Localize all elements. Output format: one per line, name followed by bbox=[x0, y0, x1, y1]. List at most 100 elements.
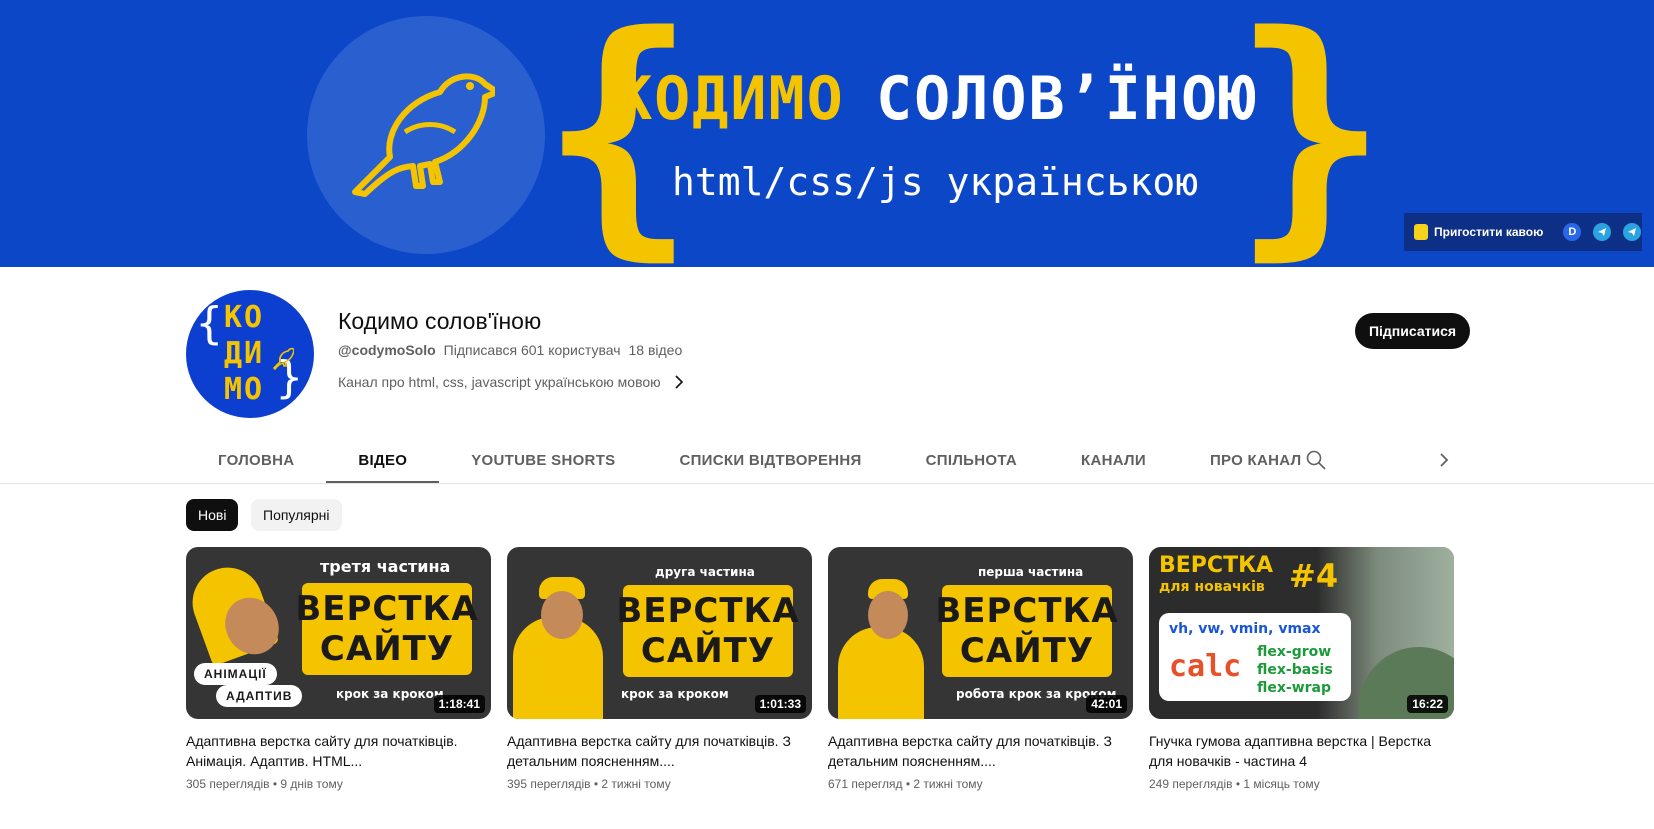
search-icon[interactable] bbox=[1304, 448, 1328, 472]
meta-separator: • bbox=[905, 777, 911, 791]
channel-handle: @codymoSolo bbox=[338, 342, 436, 358]
banner-links: Пригостити кавою D bbox=[1404, 213, 1642, 251]
thumb-line-2: САЙТУ bbox=[640, 631, 776, 671]
video-meta: 305 переглядів • 9 днів тому bbox=[186, 777, 491, 791]
view-count: 305 переглядів bbox=[186, 777, 270, 791]
thumb-line-2: САЙТУ bbox=[959, 631, 1095, 671]
view-count: 249 переглядів bbox=[1149, 777, 1233, 791]
thumb-bottom-text: крок за кроком bbox=[621, 687, 729, 701]
view-count: 671 перегляд bbox=[828, 777, 903, 791]
video-meta: 249 переглядів • 1 місяць тому bbox=[1149, 777, 1454, 791]
tab-channels[interactable]: КАНАЛИ bbox=[1049, 436, 1178, 484]
video-count: 18 відео bbox=[628, 342, 683, 358]
tabs-divider bbox=[0, 483, 1654, 484]
channel-tabs: ГОЛОВНА ВІДЕО YOUTUBE SHORTS СПИСКИ ВІДТ… bbox=[186, 436, 1456, 484]
nightingale-icon bbox=[352, 73, 495, 197]
video-title[interactable]: Адаптивна верстка сайту для початківців.… bbox=[186, 731, 491, 771]
tab-community[interactable]: СПІЛЬНОТА bbox=[894, 436, 1049, 484]
banner-title-yellow: КОДИМО bbox=[616, 64, 845, 134]
person-head bbox=[868, 591, 908, 639]
subscribe-button[interactable]: Підписатися bbox=[1355, 313, 1470, 349]
thumb-title-box: ВЕРСТКА САЙТУ bbox=[616, 585, 799, 677]
thumb-flex-item: flex-basis bbox=[1257, 662, 1333, 678]
avatar-text: КО ДИ МО bbox=[224, 300, 264, 408]
video-thumbnail[interactable]: перша частина ВЕРСТКА САЙТУ робота крок … bbox=[828, 547, 1133, 719]
thumb-line-1: ВЕРСТКА bbox=[295, 589, 479, 629]
avatar-line: КО bbox=[224, 300, 265, 335]
video-card[interactable]: ВЕРСТКА для новачків #4 vh, vw, vmin, vm… bbox=[1149, 547, 1454, 791]
chip-popular[interactable]: Популярні bbox=[251, 499, 342, 531]
banner-link-label[interactable]: Пригостити кавою bbox=[1434, 225, 1543, 239]
thumb-line-2: САЙТУ bbox=[319, 629, 455, 669]
tab-videos[interactable]: ВІДЕО bbox=[326, 436, 440, 484]
person-head bbox=[541, 591, 583, 639]
thumb-pill-animations: АНІМАЦІЇ bbox=[194, 663, 277, 685]
thumb-title: ВЕРСТКА bbox=[1159, 553, 1274, 578]
video-duration: 42:01 bbox=[1086, 695, 1127, 713]
telegram-icon[interactable] bbox=[1593, 223, 1612, 241]
video-thumbnail[interactable]: третя частина ВЕРСТКА САЙТУ крок за крок… bbox=[186, 547, 491, 719]
video-card[interactable]: третя частина ВЕРСТКА САЙТУ крок за крок… bbox=[186, 547, 491, 791]
thumb-subtitle: для новачків bbox=[1159, 579, 1265, 595]
thumb-pill-adaptive: АДАПТИВ bbox=[216, 685, 303, 707]
thumb-bottom-text: крок за кроком bbox=[336, 687, 444, 701]
tab-playlists[interactable]: СПИСКИ ВІДТВОРЕННЯ bbox=[647, 436, 893, 484]
tab-home[interactable]: ГОЛОВНА bbox=[186, 436, 326, 484]
thumb-flex-list: flex-grow flex-basis flex-wrap bbox=[1257, 643, 1333, 697]
tab-shorts[interactable]: YOUTUBE SHORTS bbox=[439, 436, 647, 484]
banner-subtitle: html/css/js українською bbox=[672, 160, 1199, 204]
nightingale-icon bbox=[272, 347, 294, 370]
thumb-number: #4 bbox=[1289, 557, 1339, 595]
thumb-flex-item: flex-grow bbox=[1257, 644, 1332, 660]
video-duration: 1:01:33 bbox=[754, 695, 806, 713]
video-age: 2 тижні тому bbox=[601, 777, 671, 791]
video-title[interactable]: Гнучка гумова адаптивна верстка | Верстк… bbox=[1149, 731, 1454, 771]
banner-title-white: СОЛОВ’ЇНОЮ bbox=[876, 64, 1258, 134]
thumb-title-box: ВЕРСТКА САЙТУ bbox=[935, 585, 1118, 677]
thumb-line-1: ВЕРСТКА bbox=[935, 591, 1119, 631]
channel-avatar[interactable]: { КО ДИ МО } bbox=[186, 290, 314, 418]
chevron-right-icon[interactable] bbox=[1432, 448, 1456, 472]
video-age: 9 днів тому bbox=[280, 777, 343, 791]
video-duration: 1:18:41 bbox=[433, 695, 485, 713]
thumb-units: vh, vw, vmin, vmax bbox=[1169, 621, 1321, 637]
video-duration: 16:22 bbox=[1407, 695, 1448, 713]
channel-name: Кодимо солов'їною bbox=[338, 308, 542, 334]
video-meta: 395 переглядів • 2 тижні тому bbox=[507, 777, 812, 791]
video-card[interactable]: перша частина ВЕРСТКА САЙТУ робота крок … bbox=[828, 547, 1133, 791]
meta-separator: • bbox=[272, 777, 278, 791]
thumb-top-text: третя частина bbox=[320, 557, 451, 576]
avatar-line: МО bbox=[224, 372, 265, 407]
coffee-icon[interactable] bbox=[1414, 224, 1428, 240]
telegram-icon[interactable] bbox=[1623, 223, 1642, 241]
thumb-top-text: перша частина bbox=[978, 565, 1084, 579]
meta-separator: • bbox=[1235, 777, 1241, 791]
channel-banner: { } КОДИМО СОЛОВ’ЇНОЮ html/css/js україн… bbox=[0, 0, 1654, 267]
video-thumbnail[interactable]: друга частина ВЕРСТКА САЙТУ крок за крок… bbox=[507, 547, 812, 719]
thumb-calc: calc bbox=[1169, 649, 1242, 684]
video-title[interactable]: Адаптивна верстка сайту для початківців.… bbox=[828, 731, 1133, 771]
video-card[interactable]: друга частина ВЕРСТКА САЙТУ крок за крок… bbox=[507, 547, 812, 791]
video-meta: 671 перегляд • 2 тижні тому bbox=[828, 777, 1133, 791]
subscriber-count: Підписався 601 користувач bbox=[443, 342, 621, 358]
chevron-right-icon[interactable] bbox=[673, 374, 685, 390]
video-age: 1 місяць тому bbox=[1243, 777, 1320, 791]
view-count: 395 переглядів bbox=[507, 777, 591, 791]
avatar-brace-left: { bbox=[196, 298, 223, 349]
thumb-flex-item: flex-wrap bbox=[1257, 680, 1332, 696]
channel-meta: @codymoSolo Підписався 601 користувач 18… bbox=[338, 342, 682, 358]
thumb-top-text: друга частина bbox=[655, 565, 755, 579]
person-figure bbox=[838, 627, 924, 719]
channel-description-text[interactable]: Канал про html, css, javascript українсь… bbox=[338, 374, 661, 390]
avatar-line: ДИ bbox=[224, 336, 265, 371]
thumb-line-1: ВЕРСТКА bbox=[616, 591, 800, 631]
channel-description[interactable]: Канал про html, css, javascript українсь… bbox=[338, 374, 685, 390]
d-icon[interactable]: D bbox=[1563, 223, 1582, 241]
thumb-card: vh, vw, vmin, vmax calc flex-grow flex-b… bbox=[1159, 613, 1351, 701]
meta-separator: • bbox=[593, 777, 599, 791]
video-age: 2 тижні тому bbox=[913, 777, 983, 791]
thumb-title-box: ВЕРСТКА САЙТУ bbox=[295, 583, 478, 675]
chip-newest[interactable]: Нові bbox=[186, 499, 239, 531]
video-title[interactable]: Адаптивна верстка сайту для початківців.… bbox=[507, 731, 812, 771]
video-thumbnail[interactable]: ВЕРСТКА для новачків #4 vh, vw, vmin, vm… bbox=[1149, 547, 1454, 719]
